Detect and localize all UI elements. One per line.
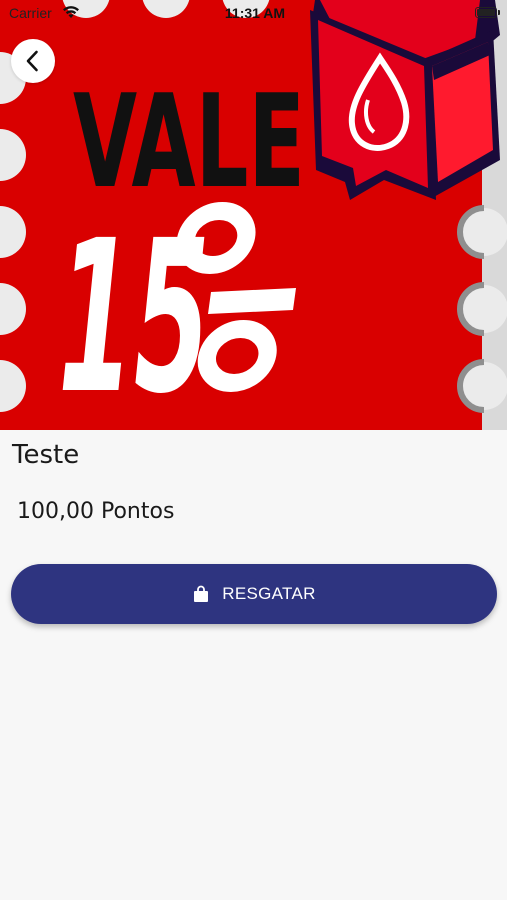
redeem-label: RESGATAR <box>222 584 316 603</box>
drop-logo-cube <box>310 0 500 200</box>
wifi-icon <box>63 6 79 18</box>
status-bar: Carrier 11:31 AM <box>0 0 507 26</box>
chevron-left-icon <box>26 50 38 72</box>
product-points: 100,00 Pontos <box>17 499 175 524</box>
shopping-bag-icon <box>194 585 209 602</box>
product-detail-screen: VALE 15 Carrier 11:31 AM Teste 100,00 Po… <box>0 0 507 900</box>
voucher-banner-image: VALE 15 <box>0 0 507 430</box>
battery-icon <box>475 7 500 18</box>
status-time: 11:31 AM <box>224 5 286 21</box>
redeem-button[interactable]: RESGATAR <box>11 564 497 624</box>
product-title: Teste <box>12 440 80 470</box>
back-button[interactable] <box>11 39 55 83</box>
voucher-illustration: VALE 15 <box>0 0 507 430</box>
carrier-name: Carrier <box>9 5 52 21</box>
